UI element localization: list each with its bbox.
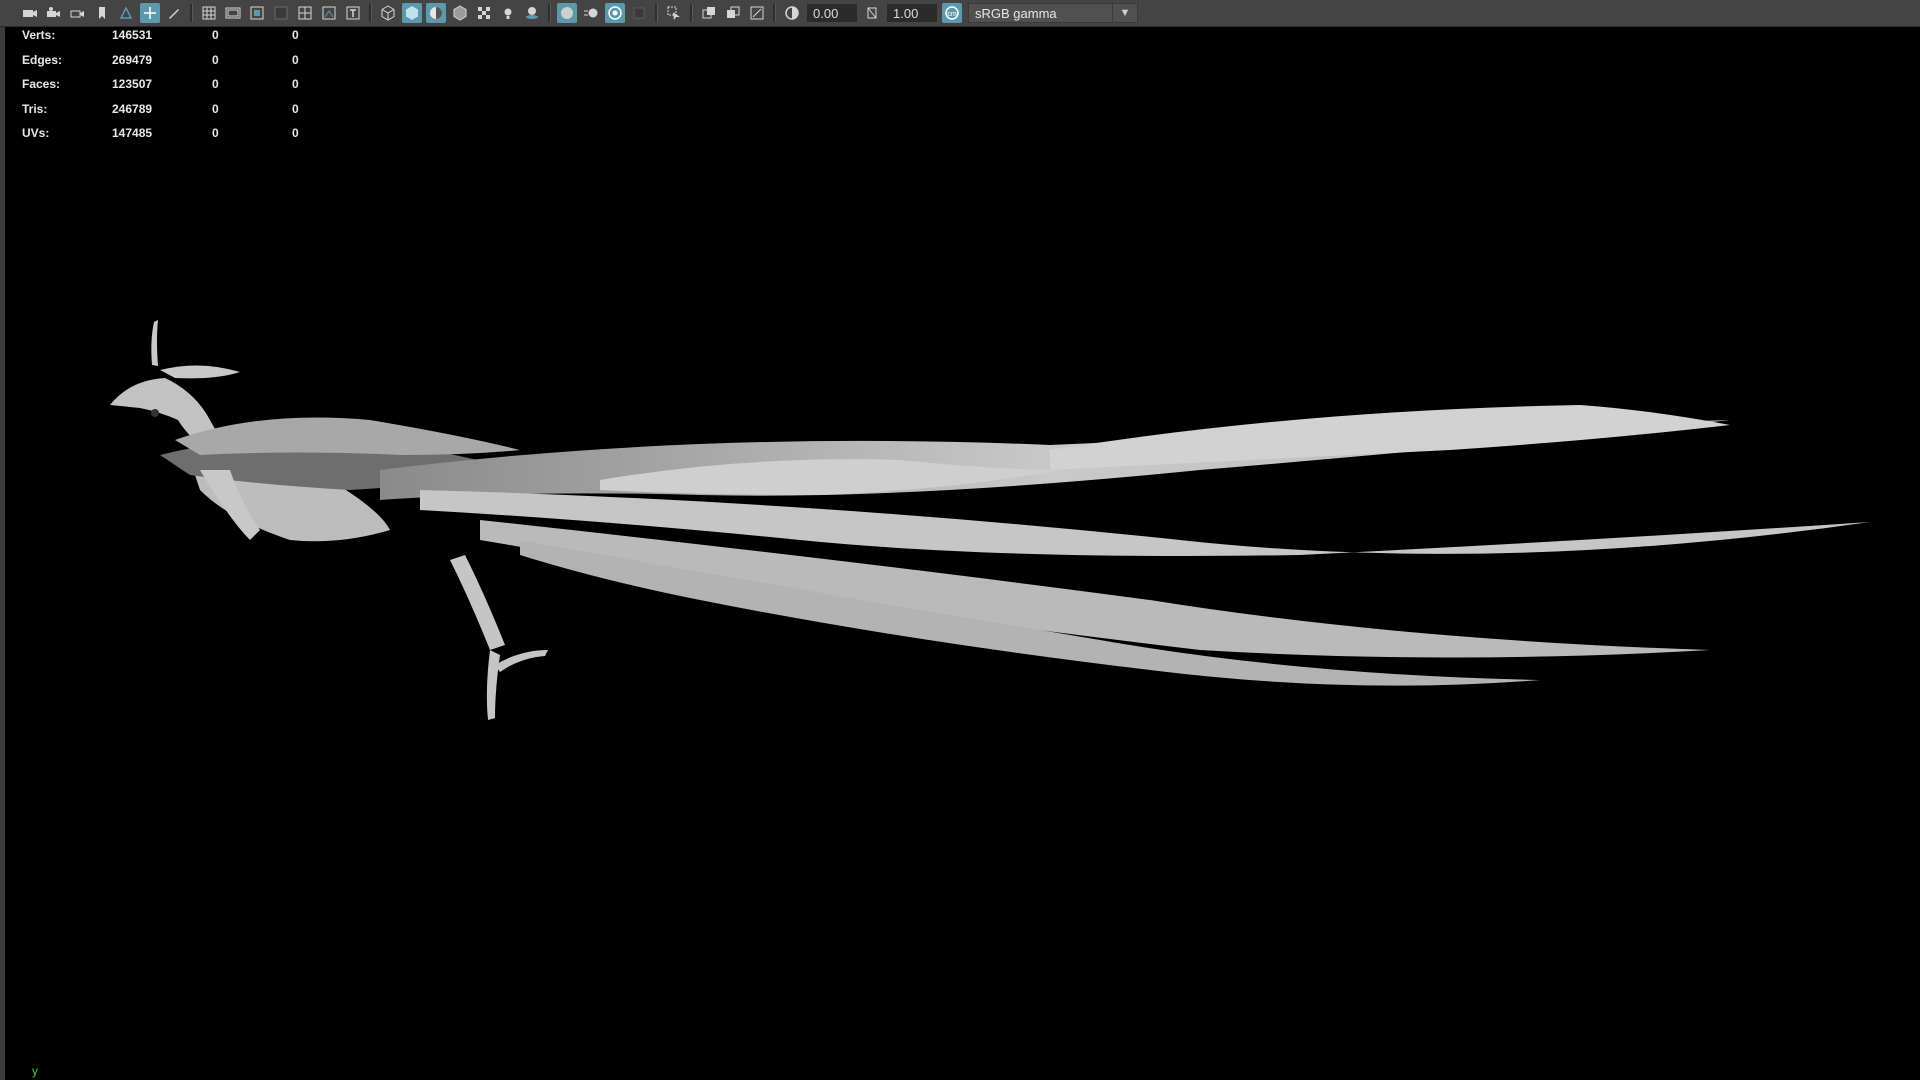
hud-value: 0 xyxy=(292,77,299,91)
hud-value: 0 xyxy=(292,52,299,67)
hud-row: Verts: 146531 0 0 xyxy=(22,28,332,53)
axis-indicator-y: y xyxy=(32,1064,38,1078)
hud-value: 0 xyxy=(212,101,219,116)
hud-label: Tris: xyxy=(22,101,48,116)
hud-value: 0 xyxy=(292,126,299,140)
hud-label: Verts: xyxy=(22,28,56,42)
hud-row: Edges: 269479 0 0 xyxy=(22,53,332,78)
phoenix-model[interactable] xyxy=(0,0,1920,1080)
hud-value: 0 xyxy=(212,77,219,91)
hud-label: UVs: xyxy=(22,126,50,140)
hud-value: 123507 xyxy=(112,77,153,91)
hud-label: Faces: xyxy=(22,77,61,91)
hud-value: 269479 xyxy=(112,52,153,67)
hud-value: 246789 xyxy=(112,101,153,116)
hud-value: 0 xyxy=(292,101,299,116)
hud-value: 147485 xyxy=(112,126,153,140)
hud-value: 0 xyxy=(292,28,299,42)
hud-row: Tris: 246789 0 0 xyxy=(22,102,332,127)
hud-label: Edges: xyxy=(22,52,63,67)
hud-value: 0 xyxy=(212,126,219,140)
hud-row: UVs: 147485 0 0 xyxy=(22,126,332,151)
hud-value: 146531 xyxy=(112,28,153,42)
hud-row: Faces: 123507 0 0 xyxy=(22,77,332,102)
hud-value: 0 xyxy=(212,52,219,67)
poly-count-hud: Verts: 146531 0 0 Edges: 269479 0 0 Face… xyxy=(22,28,332,151)
hud-value: 0 xyxy=(212,28,219,42)
